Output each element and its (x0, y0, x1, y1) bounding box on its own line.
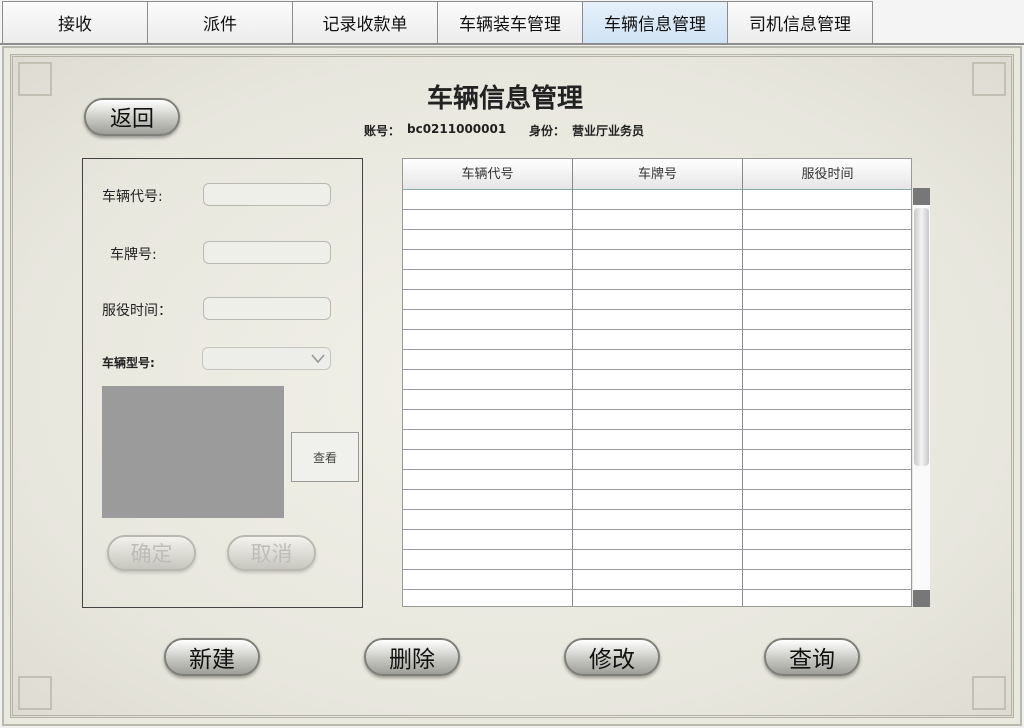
tab-payment-record[interactable]: 记录收款单 (292, 1, 438, 43)
table-row[interactable] (403, 209, 911, 210)
column-header-service-time[interactable]: 服役时间 (743, 159, 912, 189)
column-header-vehicle-code[interactable]: 车辆代号 (403, 159, 572, 189)
corner-ornament-icon (18, 676, 52, 710)
table-row[interactable] (403, 349, 911, 350)
column-divider (572, 159, 573, 606)
tab-vehicle-info[interactable]: 车辆信息管理 (582, 1, 728, 43)
table-scrollbar[interactable] (913, 188, 930, 607)
modify-button[interactable]: 修改 (564, 638, 660, 676)
chevron-down-icon (309, 349, 327, 367)
corner-ornament-icon (18, 62, 52, 96)
scroll-up-button[interactable] (913, 188, 930, 205)
table-row[interactable] (403, 289, 911, 290)
table-row[interactable] (403, 489, 911, 490)
table-row[interactable] (403, 389, 911, 390)
vehicle-photo (102, 386, 284, 518)
column-divider (742, 159, 743, 606)
table-row[interactable] (403, 369, 911, 370)
corner-ornament-icon (972, 62, 1006, 96)
page-title: 车辆信息管理 (426, 84, 583, 114)
table-row[interactable] (403, 469, 911, 470)
table-row[interactable] (403, 229, 911, 230)
scroll-thumb[interactable] (914, 208, 929, 466)
plate-input[interactable] (203, 241, 331, 264)
vehicle-code-label: 车辆代号: (102, 189, 163, 205)
table-row[interactable] (403, 589, 911, 590)
table-row[interactable] (403, 549, 911, 550)
role-value: 营业厅业务员 (572, 124, 645, 138)
vehicle-table[interactable]: 车辆代号 车牌号 服役时间 (402, 158, 912, 607)
tab-bar: 接收 派件 记录收款单 车辆装车管理 车辆信息管理 司机信息管理 (0, 0, 1024, 45)
table-row[interactable] (403, 269, 911, 270)
account-value: bc0211000001 (407, 122, 507, 136)
column-header-plate[interactable]: 车牌号 (573, 159, 742, 189)
table-row[interactable] (403, 329, 911, 330)
table-row[interactable] (403, 569, 911, 570)
role-label: 身份： (529, 124, 566, 138)
scroll-down-button[interactable] (913, 590, 930, 607)
tab-dispatch[interactable]: 派件 (147, 1, 293, 43)
cancel-button[interactable]: 取消 (227, 535, 316, 571)
view-photo-button[interactable]: 查看 (291, 432, 359, 482)
vehicle-code-input[interactable] (203, 183, 331, 206)
new-button[interactable]: 新建 (164, 638, 260, 676)
plate-label: 车牌号: (110, 247, 157, 263)
model-label: 车辆型号: (102, 356, 155, 370)
confirm-button[interactable]: 确定 (107, 535, 196, 571)
table-row[interactable] (403, 429, 911, 430)
table-row[interactable] (403, 249, 911, 250)
tab-receive[interactable]: 接收 (2, 1, 148, 43)
table-row[interactable] (403, 309, 911, 310)
table-row[interactable] (403, 449, 911, 450)
service-time-label: 服役时间： (102, 303, 172, 319)
table-header: 车辆代号 车牌号 服役时间 (403, 159, 911, 190)
table-row[interactable] (403, 409, 911, 410)
table-row[interactable] (403, 509, 911, 510)
tab-underline (0, 43, 1024, 45)
tab-driver-info[interactable]: 司机信息管理 (727, 1, 873, 43)
tab-vehicle-loading[interactable]: 车辆装车管理 (437, 1, 583, 43)
back-button[interactable]: 返回 (84, 98, 180, 136)
account-label: 账号： (364, 124, 401, 138)
corner-ornament-icon (972, 676, 1006, 710)
delete-button[interactable]: 删除 (364, 638, 460, 676)
query-button[interactable]: 查询 (764, 638, 860, 676)
service-time-input[interactable] (203, 297, 331, 320)
model-select[interactable] (202, 347, 331, 370)
table-row[interactable] (403, 529, 911, 530)
